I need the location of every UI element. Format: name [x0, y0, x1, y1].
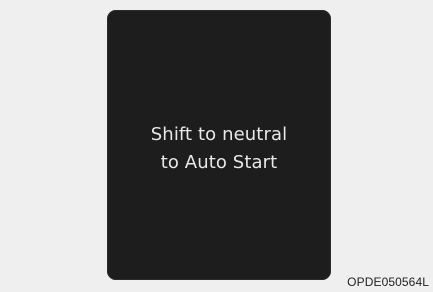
message-line-2: to Auto Start [160, 152, 278, 173]
auto-start-message: Shift to neutral to Auto Start [107, 121, 331, 177]
message-line-1: Shift to neutral [150, 124, 288, 145]
cluster-display: Shift to neutral to Auto Start [107, 10, 331, 280]
figure-code: OPDE050564L [347, 275, 429, 289]
